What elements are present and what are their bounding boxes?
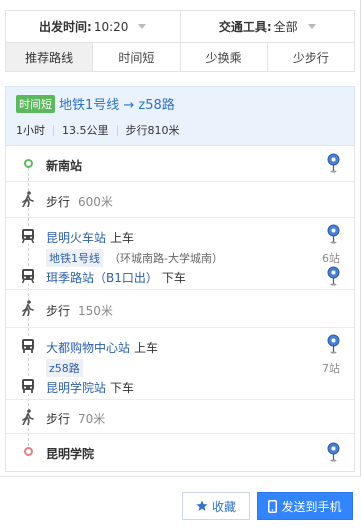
route-steps: 新南站 步行 600米 昆明火车站 上车 地铁1号线 （环城南路-大学城南） 6… (5, 146, 355, 472)
walk-label: 步行 (46, 412, 71, 426)
chevron-down-icon (307, 24, 316, 29)
walk-info: 步行 600米 (46, 193, 113, 210)
action-bar: 收藏 发送到手机 (0, 476, 361, 530)
tab-recommended[interactable]: 推荐路线 (6, 43, 93, 71)
map-pin-icon[interactable] (327, 266, 340, 289)
favorite-label: 收藏 (211, 499, 236, 514)
alight-station-line[interactable]: 昆明学院站 下车 (46, 379, 134, 396)
bus-icon (17, 338, 39, 354)
star-icon (196, 500, 208, 511)
alight-station: 珥季路站（B1口出） (46, 271, 158, 285)
board-station-line[interactable]: 大都购物中心站 上车 (46, 339, 158, 356)
board-station: 昆明火车站 (46, 231, 107, 245)
walk-info: 步行 150米 (46, 302, 113, 319)
route-tabs: 推荐路线 时间短 少换乘 少步行 (5, 42, 355, 72)
alight-action: 下车 (161, 271, 186, 285)
walk-distance: 150米 (78, 304, 113, 318)
route-walk-distance: 步行810米 (125, 124, 180, 137)
transport-value: 全部 (273, 20, 298, 34)
line-name: 地铁1号线 (46, 249, 103, 267)
send-to-phone-label: 发送到手机 (281, 499, 342, 514)
walk-distance: 600米 (78, 195, 113, 209)
destination-station: 昆明学院 (46, 447, 95, 461)
walk-label: 步行 (46, 195, 71, 209)
depart-time-value: 10:20 (93, 19, 129, 34)
alight-action: 下车 (110, 381, 135, 395)
origin-station: 新南站 (46, 159, 83, 173)
bus-icon (17, 378, 39, 394)
walk-step: 步行 600米 (6, 182, 354, 218)
transport-select[interactable]: 交通工具: 全部 (179, 11, 355, 42)
line-direction: （环城南路-大学城南） (109, 252, 223, 265)
send-to-phone-button[interactable]: 发送到手机 (257, 492, 353, 520)
walking-icon (17, 300, 39, 316)
walk-distance: 70米 (78, 412, 106, 426)
origin-step: 新南站 (6, 146, 354, 182)
depart-time-label: 出发时间: (39, 20, 92, 34)
route-duration: 1小时 (16, 124, 45, 137)
destination-marker-icon (17, 447, 39, 456)
tab-less-walking[interactable]: 少步行 (266, 43, 354, 71)
origin-marker-icon (17, 159, 39, 168)
transit-step: 昆明火车站 上车 地铁1号线 （环城南路-大学城南） 6站 珥季路站（B1口出）下… (6, 218, 354, 290)
board-action: 上车 (110, 231, 135, 245)
favorite-button[interactable]: 收藏 (182, 492, 250, 520)
transport-label: 交通工具: (218, 20, 272, 34)
walking-icon (17, 191, 39, 207)
board-action: 上车 (134, 341, 159, 355)
tab-shortest-time[interactable]: 时间短 (92, 43, 179, 71)
walk-step: 步行 70米 (6, 400, 354, 434)
summary-title: 时间短 地铁1号线 → z58路 (16, 94, 175, 113)
route-tag: 时间短 (16, 94, 55, 113)
board-station: 大都购物中心站 (46, 341, 131, 355)
alight-station: 昆明学院站 (46, 381, 107, 395)
map-pin-icon[interactable] (327, 153, 340, 176)
divider (116, 124, 118, 136)
transit-step: 大都购物中心站 上车 z58路 7站 昆明学院站 下车 (6, 328, 354, 400)
line-name: z58路 (46, 359, 83, 377)
route-summary[interactable]: 时间短 地铁1号线 → z58路 1小时 13.5公里 步行810米 (5, 86, 355, 146)
walk-info: 步行 70米 (46, 410, 105, 427)
phone-icon (268, 499, 278, 513)
route-panel: 出发时间: 10:20 交通工具: 全部 推荐路线 时间短 少换乘 少步行 时间… (0, 0, 361, 530)
subway-icon (17, 228, 39, 244)
route-name: 地铁1号线 → z58路 (59, 98, 175, 113)
alight-station-line[interactable]: 珥季路站（B1口出） 下车 (46, 269, 186, 286)
line-info[interactable]: z58路 (46, 359, 83, 377)
summary-meta: 1小时 13.5公里 步行810米 (16, 122, 180, 138)
depart-time-select[interactable]: 出发时间: 10:20 (6, 11, 180, 42)
divider (53, 124, 54, 136)
tab-fewer-transfers[interactable]: 少换乘 (179, 43, 267, 71)
chevron-down-icon (138, 24, 147, 29)
subway-icon (17, 268, 39, 284)
route-distance: 13.5公里 (62, 124, 109, 137)
map-pin-icon[interactable] (327, 334, 340, 357)
stops-count: 7站 (322, 362, 340, 375)
filter-bar: 出发时间: 10:20 交通工具: 全部 (5, 10, 355, 42)
map-pin-icon[interactable] (327, 442, 340, 465)
walking-icon (17, 409, 39, 425)
walk-step: 步行 150米 (6, 290, 354, 328)
destination-step: 昆明学院 (6, 434, 354, 470)
walk-label: 步行 (46, 304, 71, 318)
map-pin-icon[interactable] (327, 224, 340, 247)
line-info[interactable]: 地铁1号线 （环城南路-大学城南） (46, 249, 223, 267)
stops-count: 6站 (322, 252, 340, 265)
board-station-line[interactable]: 昆明火车站 上车 (46, 229, 134, 246)
